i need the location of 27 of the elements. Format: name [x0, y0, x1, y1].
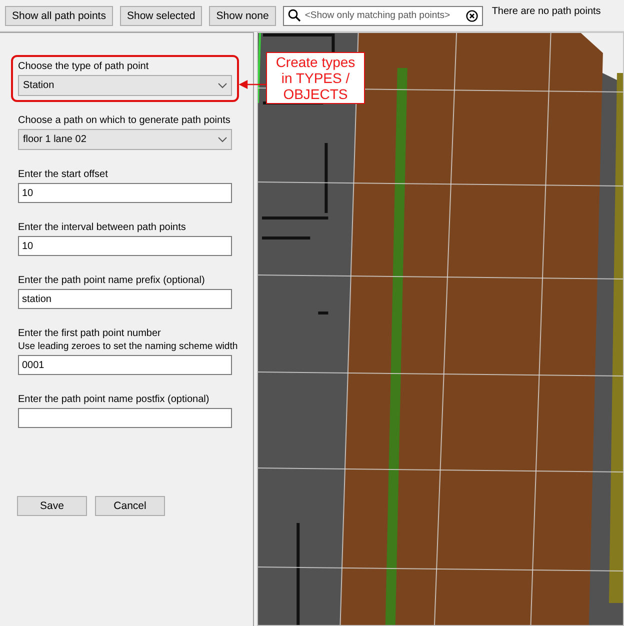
form-button[interactable]: Save	[17, 496, 87, 516]
search-icon	[288, 9, 301, 22]
toolbar-button[interactable]: Show none	[209, 6, 276, 26]
input-field[interactable]	[18, 408, 232, 428]
chevron-icon	[218, 136, 227, 142]
annotation-callout: Create types in TYPES / OBJECTS	[266, 52, 365, 104]
field-label: Enter the interval between path points	[18, 221, 187, 234]
field-note: Use leading zeroes to set the naming scheme width	[18, 340, 238, 353]
input-field[interactable]: station	[18, 289, 232, 309]
input-field[interactable]: 10	[18, 183, 232, 203]
field-label: Enter the first path point number	[18, 327, 162, 340]
toolbar-button[interactable]: Show selected	[120, 6, 202, 26]
field-label: Enter the path point name prefix (optional)	[18, 274, 206, 287]
input-field[interactable]: 0001	[18, 355, 232, 375]
input-field[interactable]: 10	[18, 236, 232, 256]
dropdown[interactable]: floor 1 lane 02	[18, 129, 232, 150]
field-label: Choose a path on which to generate path points	[18, 114, 232, 127]
dropdown[interactable]: Station	[18, 75, 232, 96]
chevron-icon	[218, 82, 227, 88]
field-label: Choose the type of path point	[18, 60, 150, 73]
field-label: Enter the start offset	[18, 168, 109, 181]
toolbar-button[interactable]: Show all path points	[5, 6, 113, 26]
form-button[interactable]: Cancel	[95, 496, 165, 516]
status-text: There are no path points	[492, 6, 601, 17]
clear-icon[interactable]	[466, 10, 478, 22]
field-label: Enter the path point name postfix (optional)	[18, 393, 210, 406]
search-field[interactable]: <Show only matching path points>	[282, 6, 483, 26]
